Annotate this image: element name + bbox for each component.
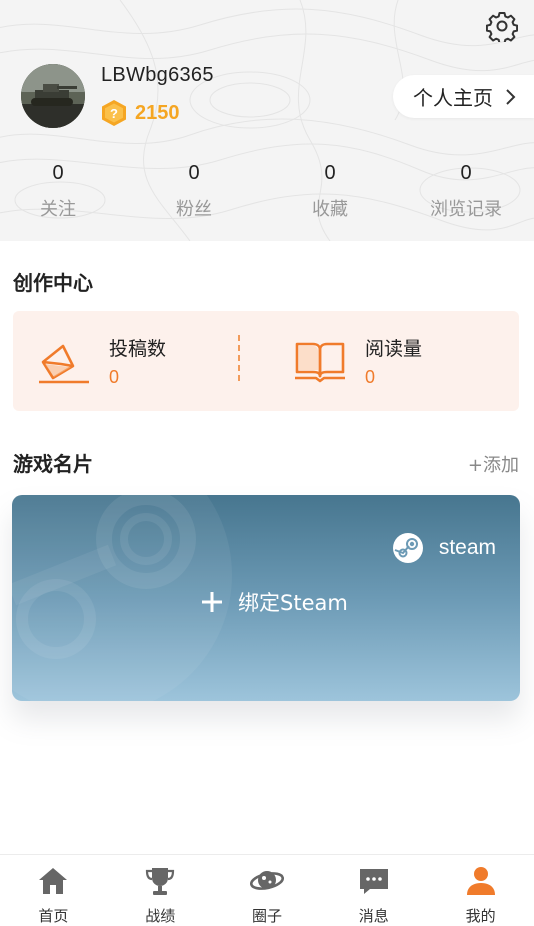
steam-card[interactable]: steam 绑定Steam: [12, 495, 520, 701]
nav-circle-label: 圈子: [251, 907, 282, 925]
reads-label: 阅读量: [365, 338, 423, 360]
stat-history[interactable]: 0 浏览记录: [398, 158, 534, 228]
stat-label: 关注: [40, 199, 76, 220]
nav-circle[interactable]: 圈子: [214, 855, 321, 926]
nav-home[interactable]: 首页: [0, 855, 107, 926]
chevron-right-icon: [506, 88, 516, 105]
person-icon: [466, 867, 495, 895]
steam-brand-name: steam: [438, 536, 496, 559]
stat-favorites[interactable]: 0 收藏: [262, 158, 398, 228]
nav-messages[interactable]: 消息: [320, 855, 427, 926]
stat-value: 0: [460, 162, 472, 184]
nav-home-label: 首页: [38, 907, 69, 925]
steam-logo-icon: [392, 533, 423, 563]
personal-homepage-label: 个人主页: [413, 86, 493, 110]
reads-value: 0: [365, 367, 376, 387]
creator-center-card: 投稿数 0 阅读量 0: [13, 311, 519, 411]
trophy-icon: [146, 868, 175, 895]
gear-icon[interactable]: [486, 10, 518, 42]
steam-brand: steam: [392, 533, 496, 563]
nav-me-label: 我的: [465, 907, 496, 925]
submissions-value: 0: [109, 367, 120, 387]
nav-me[interactable]: 我的: [427, 855, 534, 926]
profile-header: LBWbg6365 ? 2150 个人主页 0 关注 0 粉丝 0 收藏 0 浏…: [0, 0, 534, 241]
nav-messages-label: 消息: [358, 907, 389, 925]
nav-records-label: 战绩: [145, 907, 176, 925]
plus-icon: [202, 592, 222, 612]
book-icon: [295, 342, 345, 383]
bind-steam-label: 绑定Steam: [238, 591, 348, 615]
creator-submissions[interactable]: 投稿数 0: [37, 311, 166, 411]
stat-following[interactable]: 0 关注: [0, 158, 126, 228]
stat-value: 0: [52, 162, 64, 184]
stat-value: 0: [188, 162, 200, 184]
message-icon: [359, 869, 388, 894]
submissions-label: 投稿数: [109, 338, 167, 360]
username: LBWbg6365: [101, 64, 214, 86]
coin-balance: ? 2150: [101, 98, 180, 128]
stat-value: 0: [324, 162, 336, 184]
svg-text:?: ?: [110, 106, 118, 121]
envelope-icon: [39, 344, 89, 384]
bind-steam-button[interactable]: 绑定Steam: [200, 587, 348, 617]
bottom-navigation: 首页 战绩 圈子 消息 我的: [0, 854, 534, 926]
coin-icon: ?: [102, 100, 126, 126]
creator-reads[interactable]: 阅读量 0: [293, 311, 422, 411]
personal-homepage-button[interactable]: 个人主页: [393, 75, 534, 118]
stat-fans[interactable]: 0 粉丝: [126, 158, 262, 228]
nav-records[interactable]: 战绩: [107, 855, 214, 926]
home-icon: [39, 868, 68, 894]
creator-center-title: 创作中心: [13, 271, 93, 295]
stat-label: 粉丝: [176, 199, 212, 220]
avatar[interactable]: [21, 64, 85, 128]
profile-stats: 0 关注 0 粉丝 0 收藏 0 浏览记录: [0, 158, 534, 228]
stat-label: 收藏: [312, 199, 348, 220]
game-cards-title: 游戏名片: [13, 452, 93, 476]
add-game-card-link[interactable]: +添加: [468, 451, 519, 477]
creator-divider: [238, 335, 240, 381]
stat-label: 浏览记录: [430, 199, 502, 220]
planet-icon: [249, 871, 284, 890]
coin-value: 2150: [135, 101, 180, 124]
